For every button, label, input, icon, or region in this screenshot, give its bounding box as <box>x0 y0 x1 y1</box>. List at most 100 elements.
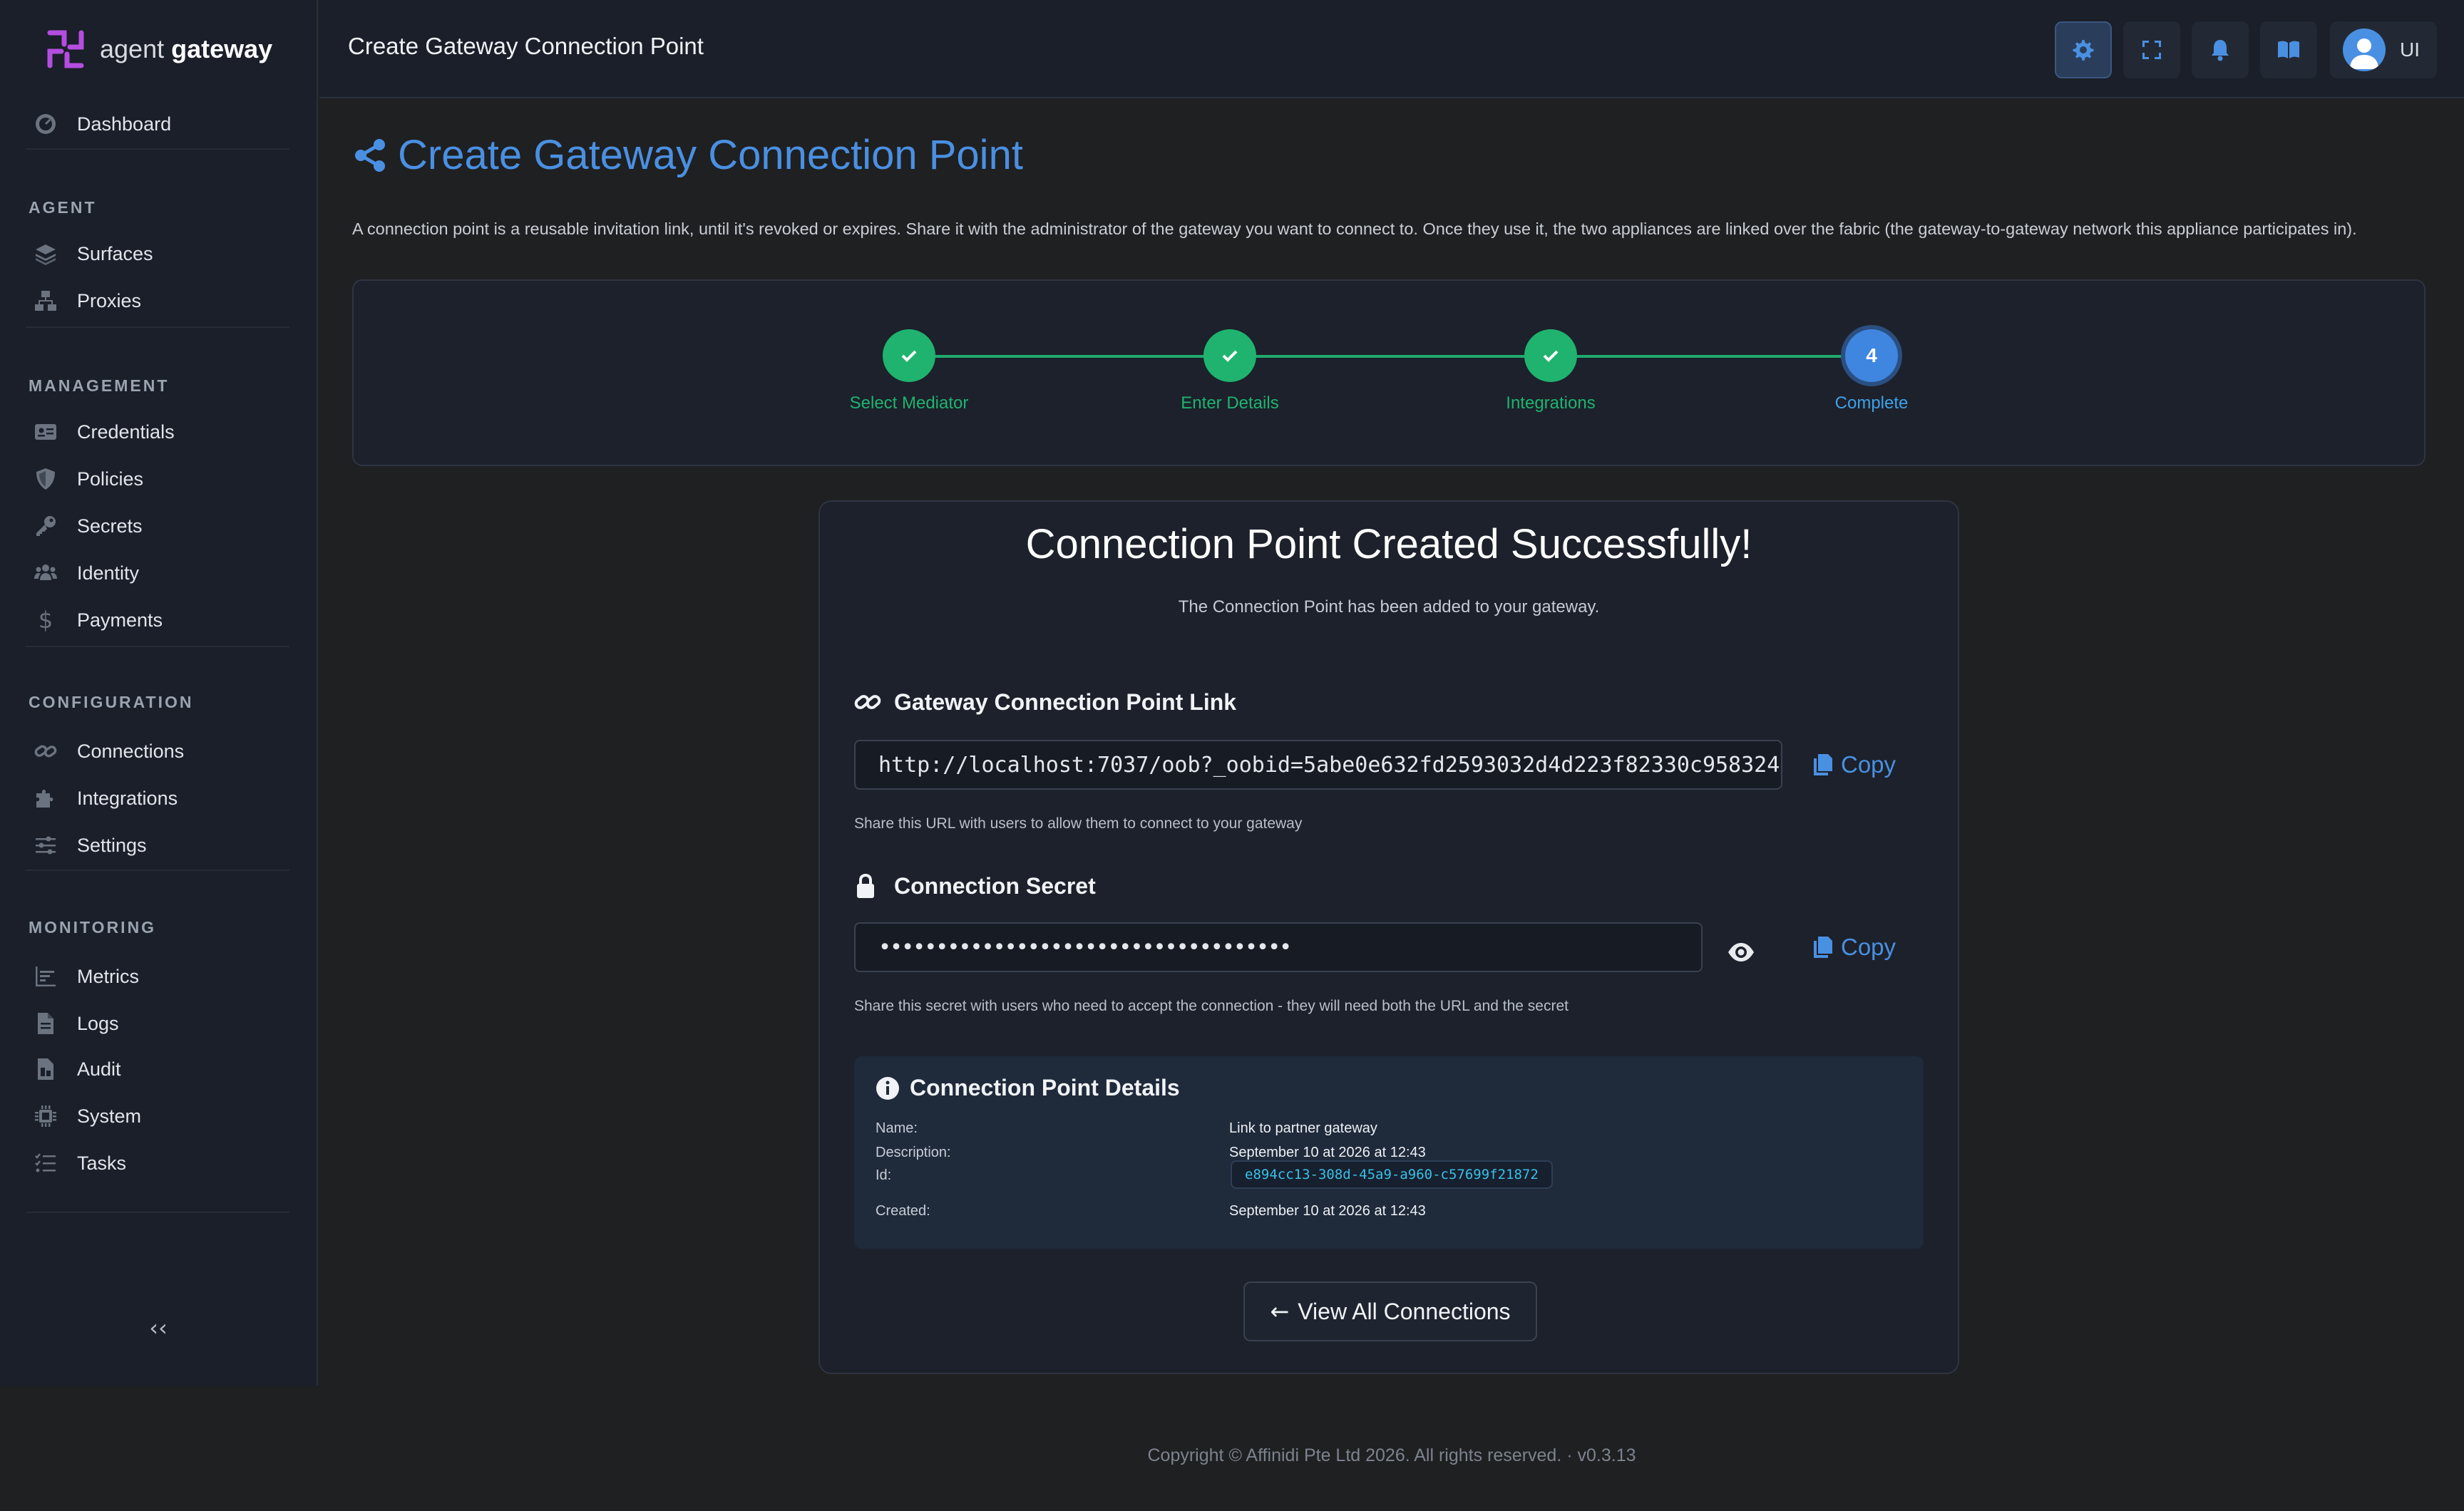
page-title-text: Create Gateway Connection Point <box>398 132 1023 178</box>
sidebar-item-proxies[interactable]: Proxies <box>31 279 288 322</box>
sidebar-item-connections[interactable]: Connections <box>31 730 288 773</box>
step-3-done[interactable] <box>1524 329 1577 382</box>
step-connector <box>1551 355 1872 358</box>
detail-name-value: Link to partner gateway <box>1229 1120 1377 1136</box>
docs-button[interactable] <box>2260 21 2317 78</box>
list-check-icon <box>31 1149 60 1177</box>
detail-id-label: Id: <box>876 1167 892 1183</box>
sidebar-item-tasks[interactable]: Tasks <box>31 1142 288 1185</box>
sidebar-item-logs[interactable]: Logs <box>31 1002 288 1045</box>
step-connector <box>1230 355 1551 358</box>
footer-copyright: Copyright © Affinidi Pte Ltd 2026. All r… <box>1147 1445 1636 1465</box>
step-4-current: 4 <box>1845 329 1898 382</box>
divider <box>26 1212 289 1213</box>
notifications-button[interactable] <box>2192 21 2249 78</box>
sidebar-item-identity[interactable]: Identity <box>31 552 288 594</box>
divider <box>26 148 289 150</box>
sidebar-item-surfaces[interactable]: Surfaces <box>31 232 288 275</box>
connection-link-field[interactable]: http://localhost:7037/oob?_oobid=5abe0e6… <box>854 740 1782 790</box>
detail-description-label: Description: <box>876 1145 951 1160</box>
fullscreen-button[interactable] <box>2123 21 2180 78</box>
connection-details-panel: Connection Point Details Name: Link to p… <box>854 1056 1924 1249</box>
lock-icon <box>857 874 874 898</box>
step-2-done[interactable] <box>1203 329 1256 382</box>
key-icon <box>31 512 60 540</box>
copy-link-label: Copy <box>1841 751 1896 778</box>
sidebar-item-policies[interactable]: Policies <box>31 458 288 500</box>
detail-id-chip[interactable]: e894cc13-308d-45a9-a960-c57699f21872 <box>1231 1160 1553 1189</box>
sidebar-item-label: Metrics <box>77 965 139 987</box>
layers-icon <box>31 239 60 268</box>
sidebar-item-label: Identity <box>77 562 140 584</box>
app-logo[interactable]: agent gateway <box>44 26 272 73</box>
arrow-left-icon: ← <box>1270 1298 1290 1325</box>
show-secret-button[interactable] <box>1725 937 1757 968</box>
sidebar-item-label: Settings <box>77 834 147 856</box>
section-title-monitoring: MONITORING <box>29 918 157 937</box>
detail-name-label: Name: <box>876 1120 918 1136</box>
sliders-icon <box>31 831 60 860</box>
sidebar-item-settings[interactable]: Settings <box>31 824 288 867</box>
secret-heading-text: Connection Secret <box>894 872 1096 899</box>
success-subtitle: The Connection Point has been added to y… <box>1178 597 1600 617</box>
copy-link-button[interactable]: Copy <box>1811 751 1896 778</box>
step-1-done[interactable] <box>883 329 935 382</box>
user-menu-button[interactable]: UI <box>2330 21 2437 78</box>
info-icon <box>876 1076 899 1100</box>
link-heading-text: Gateway Connection Point Link <box>894 689 1237 715</box>
logo-icon <box>47 30 84 68</box>
check-icon <box>1543 350 1559 362</box>
sidebar-item-label: Logs <box>77 1012 119 1034</box>
sidebar-item-credentials[interactable]: Credentials <box>31 411 288 453</box>
share-icon <box>355 138 385 172</box>
sidebar-item-integrations[interactable]: Integrations <box>31 777 288 820</box>
sidebar-item-label: Proxies <box>77 289 142 311</box>
connection-secret-field[interactable]: •••••••••••••••••••••••••••••••••••• <box>854 922 1703 972</box>
copy-secret-label: Copy <box>1841 934 1896 960</box>
details-heading-text: Connection Point Details <box>910 1075 1180 1100</box>
user-label: UI <box>2400 38 2420 61</box>
sidebar-item-secrets[interactable]: Secrets <box>31 505 288 547</box>
top-header: Create Gateway Connection Point UI <box>319 0 2464 98</box>
app-root: agent gateway Dashboard AGENT Surfaces P… <box>0 0 2464 1511</box>
sidebar-item-label: Policies <box>77 468 144 490</box>
puzzle-icon <box>31 784 60 813</box>
step-label-enter-details: Enter Details <box>1181 393 1279 413</box>
section-title-agent: AGENT <box>29 198 97 217</box>
user-avatar-icon <box>2343 29 2386 71</box>
sidebar-item-label: Dashboard <box>77 113 172 135</box>
sidebar-item-metrics[interactable]: Metrics <box>31 955 288 998</box>
copy-icon <box>1814 754 1832 775</box>
eye-icon <box>1728 943 1754 961</box>
network-icon <box>31 287 60 315</box>
copy-icon <box>1814 937 1832 958</box>
section-title-configuration: CONFIGURATION <box>29 693 194 711</box>
check-icon <box>901 350 917 362</box>
view-all-connections-button[interactable]: ← View All Connections <box>1243 1281 1537 1341</box>
shield-icon <box>31 465 60 493</box>
sidebar-item-label: Credentials <box>77 421 175 443</box>
success-title: Connection Point Created Successfully! <box>1025 521 1752 567</box>
divider <box>26 870 289 871</box>
file-icon <box>31 1009 60 1038</box>
step-connector <box>909 355 1230 358</box>
collapse-sidebar-button[interactable]: ‹‹ <box>143 1314 174 1341</box>
copy-secret-button[interactable]: Copy <box>1811 934 1896 961</box>
cpu-icon <box>31 1102 60 1130</box>
sidebar-item-audit[interactable]: Audit <box>31 1048 288 1090</box>
page-description: A connection point is a reusable invitat… <box>352 220 2357 238</box>
dollar-icon: $ <box>38 607 53 634</box>
detail-created-value: September 10 at 2026 at 12:43 <box>1229 1203 1426 1219</box>
logo-text-light: agent <box>100 34 165 63</box>
sidebar-item-label: Payments <box>77 609 163 631</box>
sidebar-item-dashboard[interactable]: Dashboard <box>31 103 288 145</box>
detail-description-value: September 10 at 2026 at 12:43 <box>1229 1145 1426 1160</box>
secret-hint: Share this secret with users who need to… <box>854 998 1569 1014</box>
settings-button[interactable] <box>2055 21 2112 78</box>
sidebar: agent gateway Dashboard AGENT Surfaces P… <box>0 0 318 1386</box>
success-card: Connection Point Created Successfully! T… <box>818 500 1959 1374</box>
sidebar-item-payments[interactable]: $ Payments <box>31 599 288 641</box>
file-audit-icon <box>31 1055 60 1083</box>
users-icon <box>31 559 60 587</box>
sidebar-item-system[interactable]: System <box>31 1095 288 1138</box>
